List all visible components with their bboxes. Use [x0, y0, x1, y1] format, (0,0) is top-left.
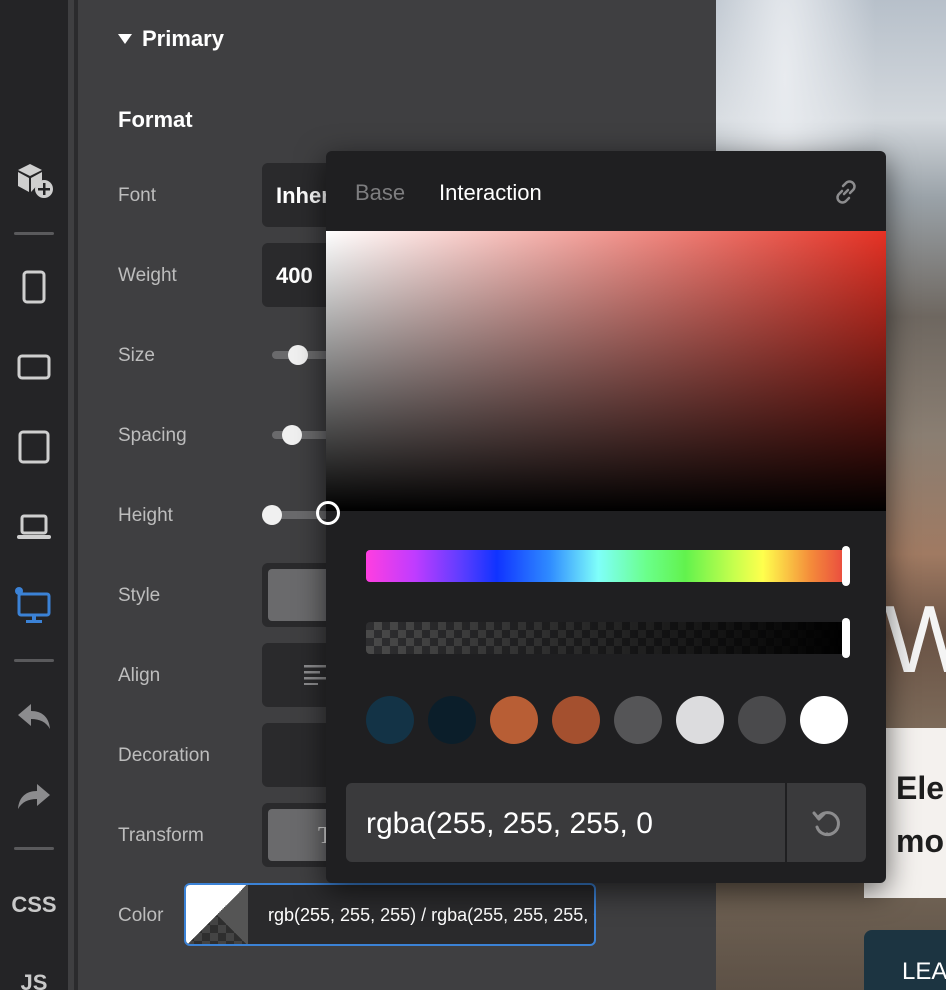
left-toolbar: CSS JS [0, 0, 68, 990]
color-swatch-preset[interactable] [366, 696, 414, 744]
color-swatch-preset[interactable] [428, 696, 476, 744]
preview-heading: W [884, 586, 946, 693]
alpha-slider-handle[interactable] [842, 618, 850, 658]
caret-down-icon [118, 34, 132, 44]
height-slider-handle[interactable] [262, 505, 282, 525]
hue-slider-handle[interactable] [842, 546, 850, 586]
font-label: Font [118, 185, 157, 206]
mobile-portrait-icon[interactable] [14, 267, 54, 307]
link-icon[interactable] [832, 178, 860, 206]
section-toggle-primary[interactable]: Primary [118, 26, 224, 52]
decoration-label: Decoration [118, 745, 210, 766]
color-field[interactable]: rgb(255, 255, 255) / rgba(255, 255, 255,… [184, 883, 596, 946]
transform-label: Transform [118, 825, 204, 846]
redo-icon[interactable] [14, 777, 54, 817]
preview-card-line: mo [896, 823, 944, 859]
tab-base[interactable]: Base [355, 180, 405, 206]
preview-card-line: Ele [896, 770, 945, 806]
size-label: Size [118, 345, 155, 366]
tab-interaction[interactable]: Interaction [439, 180, 542, 206]
section-title: Primary [142, 26, 224, 51]
align-left-icon[interactable] [304, 665, 328, 685]
toolbar-separator [14, 659, 54, 662]
preview-button-label: LEA [902, 958, 946, 985]
reset-color-button[interactable] [787, 783, 866, 862]
undo-icon[interactable] [14, 697, 54, 737]
preview-button[interactable]: LEA [864, 930, 946, 990]
desktop-icon[interactable] [14, 585, 54, 625]
toolbar-separator [14, 847, 54, 850]
spacing-slider-handle[interactable] [282, 425, 302, 445]
color-swatch-white [186, 885, 248, 944]
spacing-label: Spacing [118, 425, 187, 446]
add-component-icon[interactable] [14, 160, 54, 200]
style-label: Style [118, 585, 161, 606]
align-label: Align [118, 665, 161, 686]
tablet-icon[interactable] [14, 427, 54, 467]
color-label: Color [118, 905, 164, 926]
color-swatch-preset[interactable] [614, 696, 662, 744]
size-slider-handle[interactable] [288, 345, 308, 365]
saturation-value-handle[interactable] [316, 501, 340, 525]
rgba-input-value: rgba(255, 255, 255, 0 [366, 807, 653, 840]
color-swatch-preset[interactable] [738, 696, 786, 744]
color-picker-popover: Base Interaction rgba(255, 255, 255, 0 [316, 151, 886, 883]
format-heading: Format [118, 107, 193, 132]
color-swatch-preset[interactable] [490, 696, 538, 744]
weight-label: Weight [118, 265, 177, 286]
reset-icon [812, 810, 840, 836]
height-label: Height [118, 505, 173, 526]
laptop-icon[interactable] [14, 507, 54, 547]
spacing-slider[interactable] [272, 431, 332, 439]
alpha-slider[interactable] [366, 618, 850, 658]
weight-value: 400 [276, 263, 313, 288]
color-swatch-preset[interactable] [800, 696, 848, 744]
color-value: rgb(255, 255, 255) / rgba(255, 255, 255,… [268, 905, 596, 925]
preset-swatches [366, 696, 848, 744]
css-button[interactable]: CSS [0, 892, 68, 918]
saturation-value-area[interactable] [316, 231, 886, 525]
color-swatch-preset[interactable] [676, 696, 724, 744]
rgba-input[interactable]: rgba(255, 255, 255, 0 [346, 783, 785, 862]
js-button[interactable]: JS [0, 970, 68, 990]
toolbar-separator [14, 232, 54, 235]
mobile-landscape-icon[interactable] [14, 347, 54, 387]
hue-slider[interactable] [366, 546, 850, 586]
color-swatch-preset[interactable] [552, 696, 600, 744]
